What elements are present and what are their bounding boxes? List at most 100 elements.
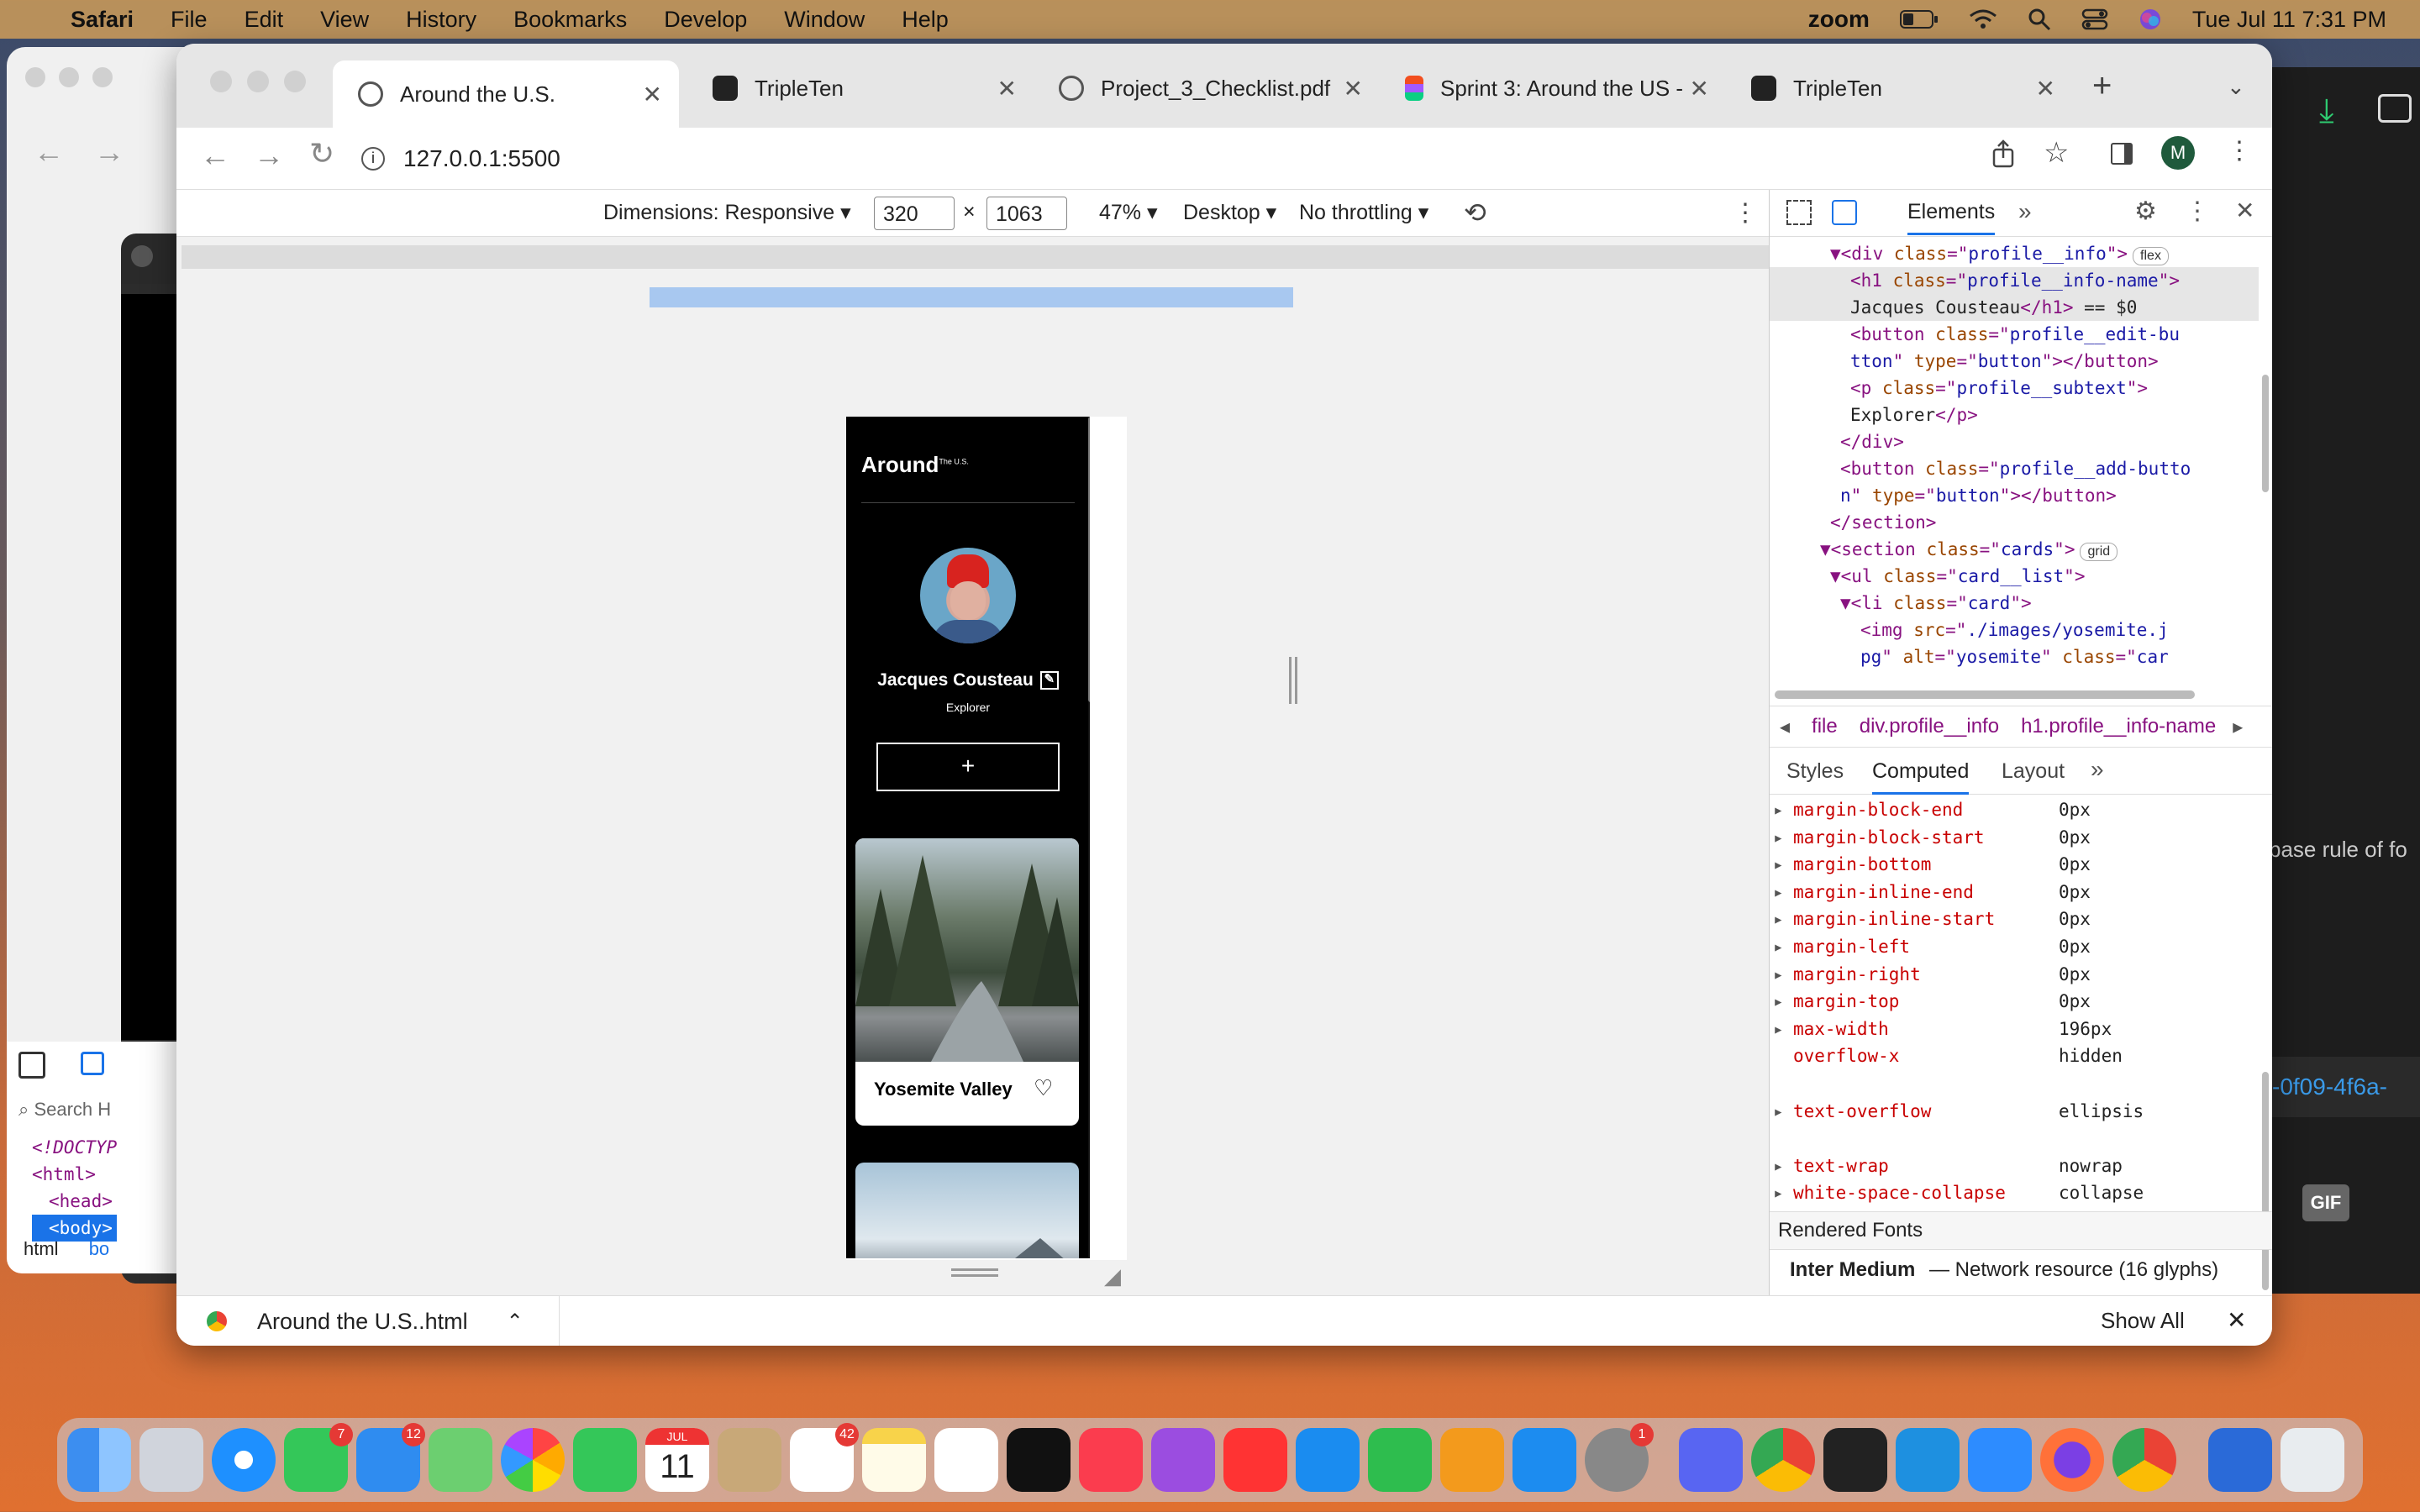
zoom-select[interactable]: 47% ▾	[1099, 200, 1158, 225]
inspect-element-icon[interactable]	[1786, 200, 1812, 225]
tab-tripleten[interactable]: TripleTen ✕	[687, 60, 1034, 116]
computed-property-row[interactable]: ▸ margin-left 0px	[1770, 933, 2272, 961]
notes-icon[interactable]	[862, 1428, 926, 1492]
device-icon[interactable]	[81, 1052, 104, 1075]
news-icon[interactable]	[1223, 1428, 1287, 1492]
edit-profile-button[interactable]: ✎	[1039, 671, 1059, 690]
height-input[interactable]: 1063	[986, 197, 1067, 230]
dom-node[interactable]: Explorer</p>	[1770, 402, 2259, 428]
reload-icon[interactable]: ↻	[309, 136, 334, 171]
dom-node[interactable]: n" type="button"></button>	[1770, 482, 2259, 509]
device-toggle-icon[interactable]	[1832, 200, 1857, 225]
menu-window[interactable]: Window	[784, 7, 865, 33]
close-tab-icon[interactable]: ✕	[643, 81, 662, 108]
dom-node[interactable]: <img src="./images/yosemite.j	[1770, 617, 2259, 643]
tab-figma-sprint[interactable]: Sprint 3: Around the US - ✕	[1380, 60, 1726, 116]
zoom-status[interactable]: zoom	[1808, 6, 1870, 33]
resize-handle-bottom[interactable]	[951, 1268, 998, 1277]
close-icon[interactable]	[131, 245, 153, 267]
search-input[interactable]: ⌕ Search H	[18, 1099, 111, 1121]
calendar-icon[interactable]: JUL 11	[645, 1428, 709, 1492]
firefox-icon[interactable]	[2040, 1428, 2104, 1492]
computed-property-row[interactable]	[1770, 1070, 2272, 1098]
control-center-icon[interactable]	[2081, 8, 2108, 30]
menu-develop[interactable]: Develop	[664, 7, 747, 33]
close-tab-icon[interactable]: ✕	[1690, 75, 1709, 102]
window-icon[interactable]	[2378, 94, 2412, 123]
forward-icon[interactable]: →	[94, 134, 124, 170]
freeform-icon[interactable]	[934, 1428, 998, 1492]
rotate-icon[interactable]: ⟲	[1464, 197, 1486, 228]
podcasts-icon[interactable]	[1151, 1428, 1215, 1492]
more-options-icon[interactable]: ⋮	[1733, 198, 1758, 228]
menu-bookmarks[interactable]: Bookmarks	[513, 7, 627, 33]
appletv-icon[interactable]	[1007, 1428, 1071, 1492]
dom-node[interactable]: <!DOCTYP	[32, 1134, 117, 1161]
traffic-lights[interactable]	[25, 67, 113, 87]
devtools-menu-icon[interactable]: ⋮	[2185, 197, 2210, 226]
dom-node[interactable]: </section>	[1770, 509, 2259, 536]
close-devtools-icon[interactable]: ✕	[2235, 197, 2254, 224]
close-downloads-icon[interactable]: ✕	[2227, 1306, 2246, 1334]
breadcrumb-item[interactable]: file	[1812, 715, 1838, 738]
dom-node[interactable]: <html>	[32, 1161, 117, 1188]
back-icon[interactable]: ←	[200, 138, 230, 173]
media-query-bar[interactable]	[650, 287, 1293, 307]
terminal-icon[interactable]	[1823, 1428, 1887, 1492]
tab-list-chevron-icon[interactable]: ⌄	[2227, 74, 2245, 100]
computed-property-row[interactable]: overflow-x hidden	[1770, 1042, 2272, 1070]
profile-avatar[interactable]: M	[2161, 136, 2195, 170]
launchpad-icon[interactable]	[139, 1428, 203, 1492]
tab-computed[interactable]: Computed	[1872, 759, 1970, 795]
messages-icon[interactable]: 7	[284, 1423, 353, 1492]
appstore-icon[interactable]	[1512, 1428, 1576, 1492]
mail-icon[interactable]: 12	[356, 1423, 425, 1492]
system-settings-icon[interactable]: 1	[1585, 1423, 1654, 1492]
layout-badge[interactable]: flex	[2133, 247, 2169, 265]
page-scrollbar[interactable]	[1088, 417, 1090, 1258]
computed-property-row[interactable]: ▸ margin-bottom 0px	[1770, 851, 2272, 879]
dom-hscrollbar[interactable]	[1775, 690, 2195, 699]
finder-icon[interactable]	[67, 1428, 131, 1492]
dom-node[interactable]: tton" type="button"></button>	[1770, 348, 2259, 375]
dom-scrollbar[interactable]	[2262, 375, 2269, 492]
music-icon[interactable]	[1079, 1428, 1143, 1492]
breadcrumb-left-icon[interactable]: ◂	[1780, 715, 1790, 739]
clock[interactable]: Tue Jul 11 7:31 PM	[2192, 7, 2386, 33]
zoom-icon[interactable]	[1968, 1428, 2032, 1492]
tab-elements[interactable]: Elements	[1907, 200, 1996, 235]
wifi-icon[interactable]	[1969, 8, 1997, 30]
dom-node[interactable]: ▼<div class="profile__info"> flex	[1770, 240, 2259, 267]
show-all-button[interactable]: Show All	[2101, 1308, 2185, 1334]
add-card-button[interactable]: +	[876, 743, 1060, 791]
menu-file[interactable]: File	[171, 7, 208, 33]
discord-icon[interactable]	[1679, 1428, 1743, 1492]
facetime-icon[interactable]	[573, 1428, 637, 1492]
dom-node[interactable]: <button class="profile__add-butto	[1770, 455, 2259, 482]
app-menu[interactable]: Safari	[71, 7, 134, 33]
contacts-icon[interactable]	[718, 1428, 781, 1492]
more-menu-icon[interactable]: ⋮	[2227, 136, 2252, 165]
resize-corner-icon[interactable]: ◢	[1104, 1263, 1121, 1289]
computed-property-row[interactable]: ▸ margin-inline-end 0px	[1770, 879, 2272, 906]
vscode-icon[interactable]	[1896, 1428, 1960, 1492]
spotlight-icon[interactable]	[2028, 8, 2051, 31]
tab-tripleten-2[interactable]: TripleTen ✕	[1726, 60, 2072, 116]
dom-node[interactable]: <button class="profile__edit-bu	[1770, 321, 2259, 348]
computed-property-row[interactable]: ▸ margin-top 0px	[1770, 988, 2272, 1016]
dom-node[interactable]: <p class="profile__subtext">	[1770, 375, 2259, 402]
computed-property-row[interactable]: ▸ margin-block-start 0px	[1770, 824, 2272, 852]
menu-help[interactable]: Help	[902, 7, 949, 33]
more-tabs-icon[interactable]: »	[2018, 198, 2032, 225]
dom-node[interactable]: <h1 class="profile__info-name">	[1770, 267, 2259, 294]
traffic-lights[interactable]	[210, 71, 306, 92]
width-input[interactable]: 320	[874, 197, 955, 230]
breadcrumb-right-icon[interactable]: ▸	[2233, 715, 2243, 739]
dom-node[interactable]: ▼<section class="cards"> grid	[1770, 536, 2259, 563]
tab-around-the-us[interactable]: Around the U.S. ✕	[333, 60, 679, 128]
computed-property-row[interactable]	[1770, 1125, 2272, 1152]
dom-node[interactable]: ▼<ul class="card__list">	[1770, 563, 2259, 590]
address-bar[interactable]: i 127.0.0.1:5500	[361, 134, 2210, 183]
breadcrumb-item[interactable]: h1.profile__info-name	[2021, 715, 2216, 738]
pages-icon[interactable]	[1440, 1428, 1504, 1492]
